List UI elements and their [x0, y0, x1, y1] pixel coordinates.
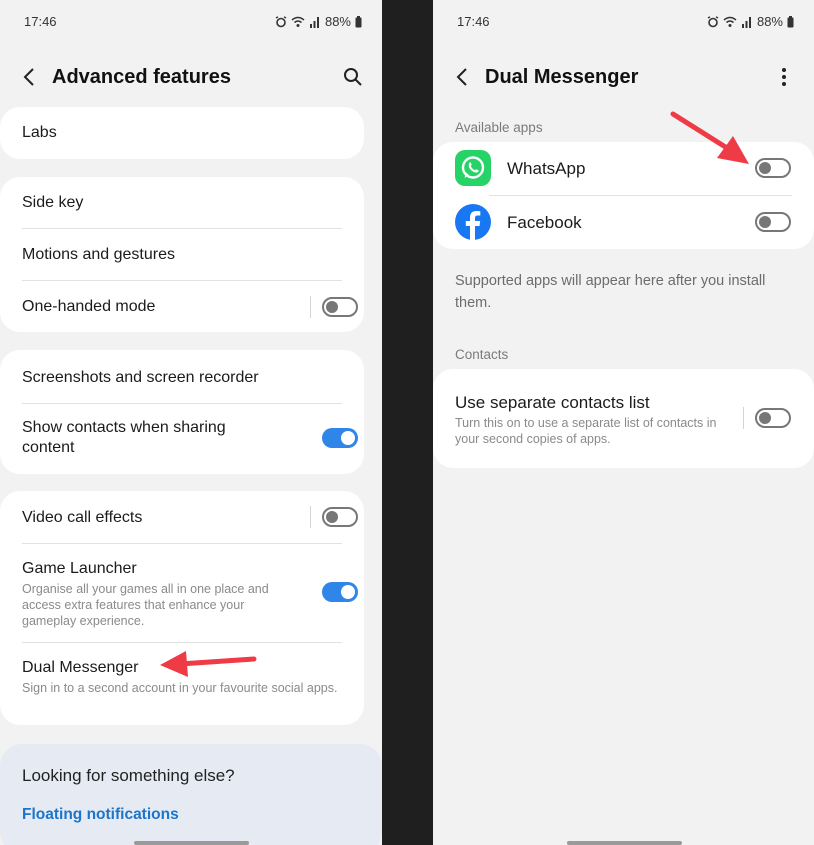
whatsapp-label: WhatsApp	[507, 159, 586, 178]
divider	[489, 195, 792, 196]
page-title: Advanced features	[52, 66, 231, 88]
wifi-icon	[291, 16, 305, 27]
one-handed-toggle[interactable]	[322, 297, 358, 317]
motions-label: Motions and gestures	[22, 246, 175, 263]
separate-contacts-toggle[interactable]	[755, 408, 791, 428]
show-contacts-toggle[interactable]	[322, 428, 358, 448]
one-handed-label: One-handed mode	[22, 298, 156, 315]
divider	[22, 228, 342, 229]
whatsapp-icon	[455, 150, 491, 186]
facebook-item[interactable]: Facebook	[507, 213, 792, 233]
dual-messenger-description: Sign in to a second account in your favo…	[22, 681, 338, 695]
game-launcher-description: Organise all your games all in one place…	[22, 582, 269, 628]
status-icons: 88%	[707, 14, 794, 29]
wifi-icon	[723, 16, 737, 27]
labs-item[interactable]: Labs	[22, 123, 342, 143]
toggle-separator	[310, 506, 311, 528]
available-apps-card: WhatsApp Facebook	[433, 142, 814, 249]
page-title: Dual Messenger	[485, 66, 639, 88]
facebook-label: Facebook	[507, 213, 582, 232]
alarm-icon	[275, 15, 287, 27]
contacts-header: Contacts	[455, 347, 509, 362]
dual-messenger-item[interactable]: Dual Messenger Sign in to a second accou…	[22, 658, 342, 696]
side-key-item[interactable]: Side key	[22, 193, 342, 213]
game-launcher-toggle[interactable]	[322, 582, 358, 602]
separate-contacts-item[interactable]: Use separate contacts list Turn this on …	[455, 393, 724, 447]
toggle-knob	[759, 216, 771, 228]
gesture-bar	[134, 841, 249, 845]
available-apps-header: Available apps	[455, 120, 543, 135]
video-call-toggle[interactable]	[322, 507, 358, 527]
battery-percent: 88%	[756, 14, 783, 29]
game-launcher-label: Game Launcher	[22, 560, 137, 577]
screenshots-item[interactable]: Screenshots and screen recorder	[22, 368, 342, 388]
status-time: 17:46	[457, 14, 490, 29]
divider	[22, 280, 342, 281]
status-bar: 17:46 88%	[24, 14, 362, 32]
toggle-knob	[759, 162, 771, 174]
search-icon[interactable]	[342, 66, 364, 88]
status-icons: 88%	[275, 14, 362, 29]
supported-apps-note: Supported apps will appear here after yo…	[455, 273, 766, 311]
divider	[22, 403, 342, 404]
side-key-label: Side key	[22, 194, 84, 211]
one-handed-item[interactable]: One-handed mode	[22, 297, 342, 317]
toggle-knob	[326, 511, 338, 523]
signal-icon	[741, 16, 751, 28]
battery-icon	[787, 15, 794, 27]
controls-card: Side key Motions and gestures One-handed…	[0, 177, 364, 332]
toggle-knob	[759, 412, 771, 424]
toggle-knob	[326, 301, 338, 313]
back-arrow-icon[interactable]	[453, 66, 473, 88]
signal-icon	[309, 16, 319, 28]
app-bar: Dual Messenger	[433, 60, 814, 96]
whatsapp-item[interactable]: WhatsApp	[507, 159, 792, 179]
divider	[22, 543, 342, 544]
more-options-icon[interactable]	[773, 66, 795, 88]
video-call-label: Video call effects	[22, 509, 143, 526]
floating-notifications-link[interactable]: Floating notifications	[22, 806, 179, 824]
labs-label: Labs	[22, 124, 57, 141]
app-bar: Advanced features	[0, 60, 382, 96]
divider	[22, 642, 342, 643]
back-arrow-icon[interactable]	[20, 66, 40, 88]
suggestion-question: Looking for something else?	[22, 766, 235, 785]
battery-icon	[355, 15, 362, 27]
video-call-item[interactable]: Video call effects	[22, 508, 342, 528]
facebook-toggle[interactable]	[755, 212, 791, 232]
toggle-separator	[310, 296, 311, 318]
separate-contacts-label: Use separate contacts list	[455, 393, 650, 412]
battery-percent: 88%	[324, 14, 351, 29]
whatsapp-toggle[interactable]	[755, 158, 791, 178]
advanced-features-screen: 17:46 88% Advanced features Labs Side ke…	[0, 0, 382, 845]
game-launcher-item[interactable]: Game Launcher Organise all your games al…	[22, 559, 284, 629]
apps-card: Video call effects Game Launcher Organis…	[0, 491, 364, 725]
dual-messenger-screen: 17:46 88% Dual Messenger Available apps …	[433, 0, 814, 845]
facebook-icon	[455, 204, 491, 240]
alarm-icon	[707, 15, 719, 27]
toggle-separator	[743, 407, 744, 429]
motions-item[interactable]: Motions and gestures	[22, 245, 342, 265]
suggestion-card: Looking for something else? Floating not…	[0, 744, 382, 845]
dual-messenger-label: Dual Messenger	[22, 659, 139, 676]
toggle-knob	[341, 431, 355, 445]
gesture-bar	[566, 841, 682, 845]
sharing-card: Screenshots and screen recorder Show con…	[0, 350, 364, 474]
show-contacts-item[interactable]: Show contacts when sharing content	[22, 418, 274, 458]
screenshots-label: Screenshots and screen recorder	[22, 369, 259, 386]
toggle-knob	[341, 585, 355, 599]
labs-card: Labs	[0, 107, 364, 159]
contacts-card: Use separate contacts list Turn this on …	[433, 369, 814, 468]
show-contacts-label: Show contacts when sharing content	[22, 419, 226, 456]
status-bar: 17:46 88%	[457, 14, 794, 32]
status-time: 17:46	[24, 14, 57, 29]
separate-contacts-description: Turn this on to use a separate list of c…	[455, 416, 717, 446]
